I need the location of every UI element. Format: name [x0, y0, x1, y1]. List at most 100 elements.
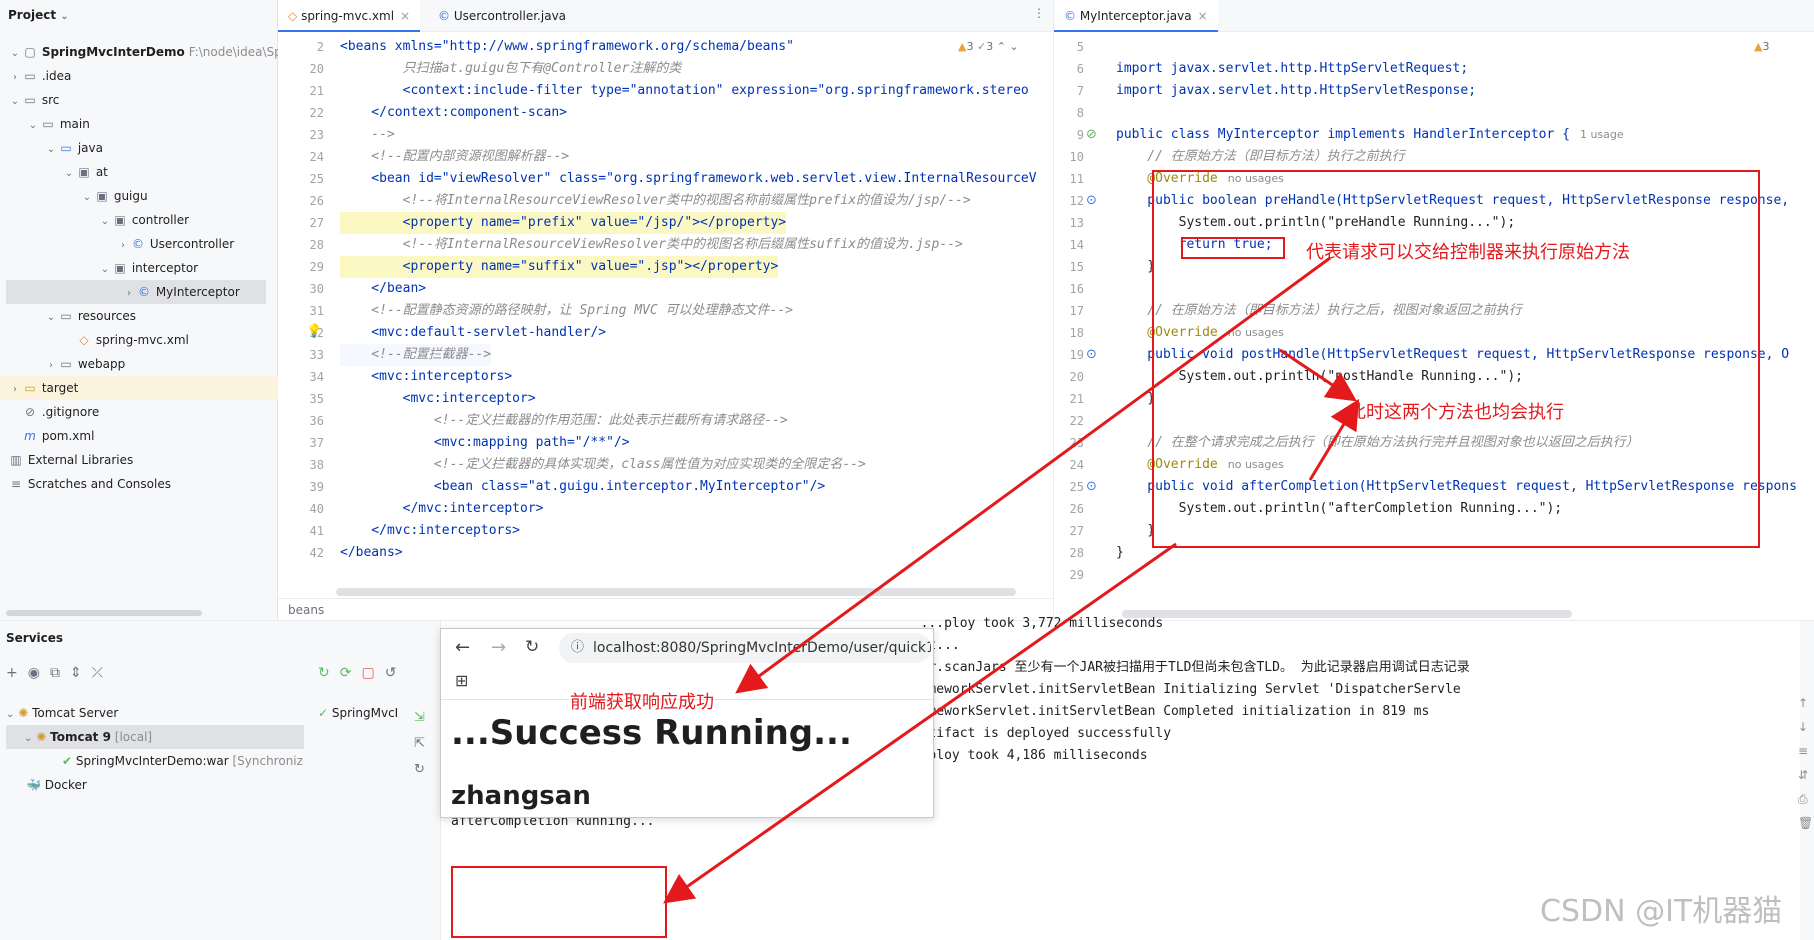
java-code-line[interactable]: import javax.servlet.http.HttpServletReq… [1116, 58, 1468, 80]
chevron-down-icon[interactable]: ⌄ [62, 162, 76, 184]
chevron-right-icon[interactable]: › [44, 354, 58, 376]
xml-code-line[interactable]: 只扫描at.guigu包下有@Controller注解的类 [340, 58, 682, 80]
apps-icon[interactable]: ⊞ [455, 671, 468, 690]
xml-code-line[interactable]: <beans xmlns="http://www.springframework… [340, 36, 794, 58]
xml-code-line[interactable]: </beans> [340, 542, 403, 564]
java-code-line[interactable]: import javax.servlet.http.HttpServletRes… [1116, 80, 1476, 102]
chevron-down-icon[interactable]: ⌄ [8, 42, 22, 64]
redeploy-icon[interactable]: ↻ [318, 665, 340, 681]
chevron-down-icon[interactable]: ⌄ [6, 709, 14, 720]
java-code-line[interactable]: // 在原始方法（即目标方法）执行之前执行 [1116, 146, 1405, 168]
forward-icon[interactable]: → [491, 637, 506, 658]
tab-usercontroller[interactable]: © Usercontroller.java [428, 0, 576, 32]
undeploy-icon[interactable]: ⇱ [414, 731, 425, 757]
collapse-icon[interactable]: ⤫ [92, 665, 113, 681]
tree-item-external-libraries[interactable]: ▥ External Libraries [0, 448, 278, 472]
editor-horizontal-scrollbar-right[interactable] [1122, 610, 1572, 618]
xml-code-line[interactable]: <property name="suffix" value=".jsp"></p… [340, 256, 779, 278]
tree-item-webapp[interactable]: › ▭ webapp [0, 352, 278, 376]
chevron-down-icon[interactable]: ⌄ [80, 186, 94, 208]
tree-item-pom[interactable]: m pom.xml [0, 424, 278, 448]
tree-item-target[interactable]: › ▭ target [0, 376, 278, 400]
override-icon[interactable]: ⊙ [1086, 193, 1097, 208]
tree-item-interceptor[interactable]: ⌄ ▣ interceptor [0, 256, 278, 280]
xml-code-line[interactable]: <!--将InternalResourceViewResolver类中的视图名称… [340, 190, 971, 212]
refresh-icon[interactable]: ↻ [414, 757, 425, 783]
tree-item-guigu[interactable]: ⌄ ▣ guigu [0, 184, 278, 208]
deployment-item[interactable]: ✓ SpringMvcI [318, 701, 414, 725]
xml-code-line[interactable]: <bean id="viewResolver" class="org.sprin… [340, 168, 1036, 190]
editor-horizontal-scrollbar[interactable] [336, 588, 1016, 596]
tree-item-controller[interactable]: ⌄ ▣ controller [0, 208, 278, 232]
xml-code-line[interactable]: <context:include-filter type="annotation… [340, 80, 1029, 102]
java-code-line[interactable]: } [1116, 520, 1155, 542]
xml-code-area[interactable]: 2 <beans xmlns="http://www.springframewor… [278, 36, 1054, 576]
tree-item-root[interactable]: ⌄▢ SpringMvcInterDemoF:\node\idea\Spring [0, 40, 278, 64]
close-icon[interactable]: × [1198, 9, 1208, 23]
filter-icon[interactable]: ⇵ [1798, 763, 1813, 787]
expand-icon[interactable]: ⇕ [70, 665, 92, 681]
tree-item-scratches[interactable]: ≡ Scratches and Consoles [0, 472, 278, 496]
xml-code-line[interactable]: </bean> [340, 278, 426, 300]
tab-myinterceptor[interactable]: © MyInterceptor.java × [1054, 0, 1218, 32]
address-bar[interactable]: ⓘ localhost:8080/SpringMvcInterDemo/user… [559, 633, 931, 663]
reload-icon[interactable]: ↻ [525, 637, 539, 657]
tree-item-spring-mvc-xml[interactable]: ◇ spring-mvc.xml [0, 328, 278, 352]
service-artifact[interactable]: ✔ SpringMvcInterDemo:war [Synchroniz [62, 749, 303, 773]
new-window-icon[interactable]: ⧉ [50, 665, 70, 681]
chevron-right-icon[interactable]: › [8, 378, 22, 400]
tab-spring-mvc-xml[interactable]: ◇ spring-mvc.xml × [278, 0, 421, 32]
service-tomcat-server[interactable]: ⌄ ✺ Tomcat Server [6, 701, 118, 725]
xml-code-line[interactable]: <mvc:interceptors> [340, 366, 512, 388]
tree-item-gitignore[interactable]: ⊘ .gitignore [0, 400, 278, 424]
bulb-icon[interactable]: 💡 [306, 324, 322, 339]
tree-item-resources[interactable]: ⌄ ▭ resources [0, 304, 278, 328]
arrow-down-icon[interactable]: ↓ [1798, 715, 1813, 739]
close-icon[interactable]: × [400, 9, 410, 23]
xml-code-line[interactable]: --> [340, 124, 395, 146]
xml-code-line[interactable]: <!--定义拦截器的作用范围：此处表示拦截所有请求路径--> [340, 410, 788, 432]
tree-item-main[interactable]: ⌄ ▭ main [0, 112, 278, 136]
tree-item-idea[interactable]: › ▭ .idea [0, 64, 278, 88]
back-icon[interactable]: ← [455, 637, 470, 658]
xml-code-line[interactable]: <!--将InternalResourceViewResolver类中的视图名称… [340, 234, 963, 256]
xml-code-line[interactable]: <mvc:mapping path="/**"/> [340, 432, 630, 454]
soft-wrap-icon[interactable]: ≡ [1798, 739, 1813, 763]
chevron-right-icon[interactable]: › [8, 66, 22, 88]
chevron-right-icon[interactable]: › [116, 234, 130, 256]
chevron-down-icon[interactable]: ⌄ [44, 306, 58, 328]
eye-icon[interactable]: ◉ [28, 665, 50, 681]
xml-code-line[interactable]: <!--定义拦截器的具体实现类，class属性值为对应实现类的全限定名--> [340, 454, 866, 476]
xml-code-line[interactable]: </context:component-scan> [340, 102, 567, 124]
xml-code-line[interactable]: </mvc:interceptor> [340, 498, 544, 520]
service-docker[interactable]: 🐳 Docker [26, 773, 87, 797]
print-icon[interactable]: ⎙ [1798, 787, 1813, 811]
xml-code-line[interactable]: <!--配置内部资源视图解析器--> [340, 146, 569, 168]
xml-code-line[interactable]: </mvc:interceptors> [340, 520, 520, 542]
chevron-down-icon[interactable]: ⌄ [98, 258, 112, 280]
java-code-line[interactable]: public class MyInterceptor implements Ha… [1116, 124, 1624, 146]
add-icon[interactable]: + [6, 665, 28, 681]
info-icon[interactable]: ⓘ [571, 633, 584, 663]
override-icon[interactable]: ⊙ [1086, 479, 1097, 494]
xml-code-line[interactable]: <!--配置静态资源的路径映射，让 Spring MVC 可以处理静态文件--> [340, 300, 793, 322]
chevron-down-icon[interactable]: ⌄ [8, 90, 22, 112]
project-panel-title[interactable]: Project ⌄ [0, 0, 277, 30]
more-icon[interactable]: ⋮ [1033, 6, 1045, 20]
refresh-icon[interactable]: ↺ [385, 665, 407, 681]
chevron-down-icon[interactable]: ⌄ [44, 138, 58, 160]
xml-code-line[interactable]: <mvc:default-servlet-handler/> [340, 322, 606, 344]
implemented-icon[interactable]: ⊘ [1086, 127, 1097, 142]
tree-item-myinterceptor[interactable]: › © MyInterceptor [6, 280, 266, 304]
java-code-line[interactable]: } [1116, 542, 1124, 564]
xml-code-line[interactable]: <!--配置拦截器--> [340, 344, 492, 366]
java-code-line[interactable]: } [1116, 388, 1155, 410]
trash-icon[interactable]: 🗑 [1798, 811, 1813, 835]
tree-item-src[interactable]: ⌄ ▭ src [0, 88, 278, 112]
override-icon[interactable]: ⊙ [1086, 347, 1097, 362]
tree-item-usercontroller[interactable]: › © Usercontroller [0, 232, 278, 256]
chevron-down-icon[interactable]: ⌄ [26, 114, 40, 136]
java-code-line[interactable]: } [1116, 256, 1155, 278]
xml-code-line[interactable]: <bean class="at.guigu.interceptor.MyInte… [340, 476, 825, 498]
service-tomcat-9[interactable]: ⌄ ✺ Tomcat 9 [local] [6, 725, 304, 749]
